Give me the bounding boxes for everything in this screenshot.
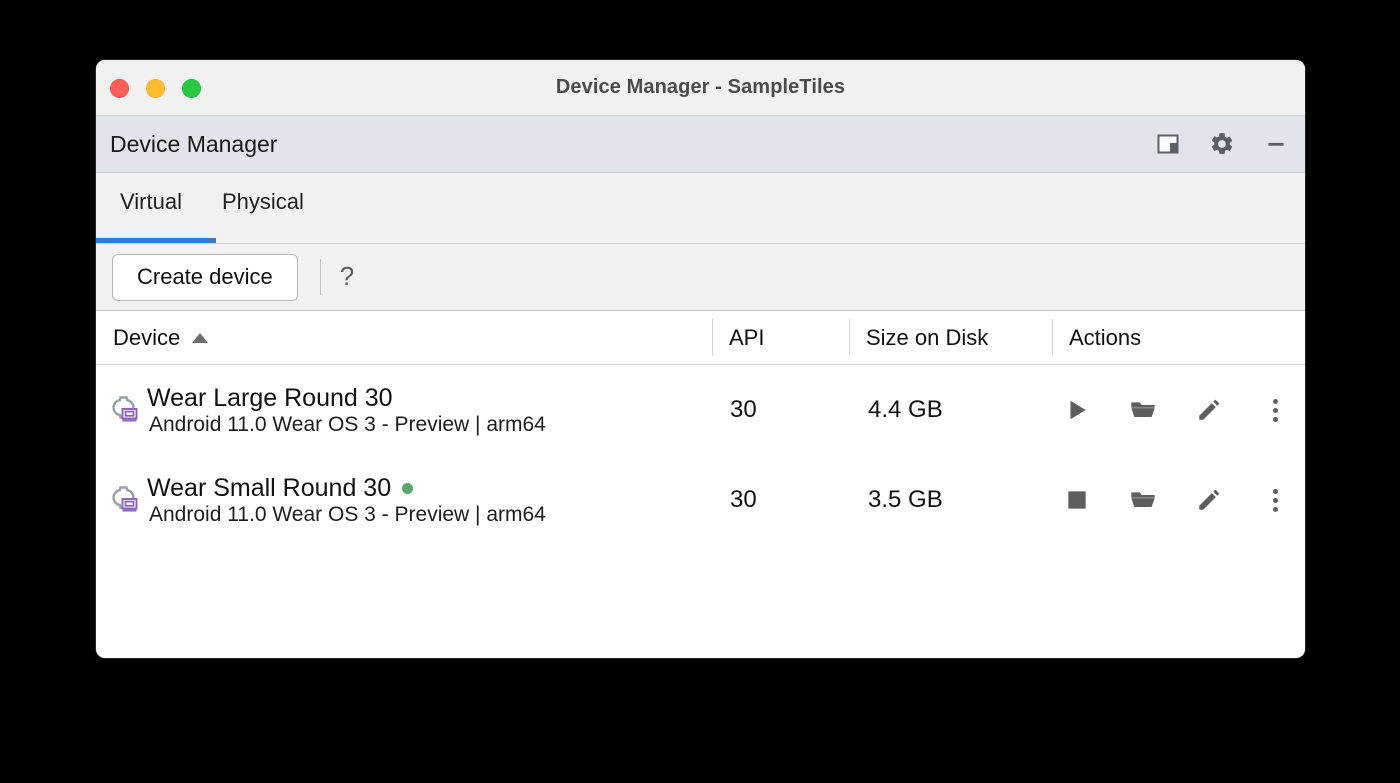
device-cell: Wear Large Round 30 Android 11.0 Wear OS…: [96, 365, 712, 455]
device-detail: Android 11.0 Wear OS 3 - Preview | arm64: [149, 502, 546, 526]
overflow-menu-icon[interactable]: [1260, 395, 1290, 425]
window-titlebar: Device Manager - SampleTiles: [96, 60, 1305, 116]
toolbar-separator: [319, 259, 321, 295]
tab-virtual[interactable]: Virtual: [114, 187, 188, 217]
device-name: Wear Small Round 30: [147, 473, 392, 502]
table-header-row: Device API Size on Disk Actions: [96, 311, 1305, 365]
edit-pencil-icon[interactable]: [1194, 395, 1224, 425]
row-actions: [1052, 365, 1305, 455]
api-level: 30: [730, 396, 757, 423]
device-manager-window: Device Manager - SampleTiles Device Mana…: [96, 60, 1305, 658]
desktop-background: Device Manager - SampleTiles Device Mana…: [0, 0, 1400, 783]
device-toolbar: Create device ?: [96, 244, 1305, 311]
window-title: Device Manager - SampleTiles: [555, 76, 846, 98]
minimize-icon[interactable]: [1261, 129, 1291, 159]
row-actions: [1052, 455, 1305, 545]
tool-window-header: Device Manager: [96, 116, 1305, 173]
column-header-api-label: API: [729, 324, 765, 350]
column-header-device[interactable]: Device: [96, 311, 712, 364]
tab-physical[interactable]: Physical: [216, 187, 310, 217]
column-header-size-on-disk[interactable]: Size on Disk: [849, 311, 1052, 364]
gear-icon[interactable]: [1207, 129, 1237, 159]
table-row[interactable]: Wear Large Round 30 Android 11.0 Wear OS…: [96, 365, 1305, 455]
table-row[interactable]: Wear Small Round 30 Android 11.0 Wear OS…: [96, 455, 1305, 545]
wear-device-icon: [109, 483, 139, 513]
edit-pencil-icon[interactable]: [1194, 485, 1224, 515]
column-header-actions-label: Actions: [1069, 324, 1142, 350]
size-on-disk: 3.5 GB: [868, 486, 943, 513]
device-detail: Android 11.0 Wear OS 3 - Preview | arm64: [149, 412, 546, 436]
device-table: Device API Size on Disk Actions Wear Lar…: [96, 311, 1305, 545]
column-header-actions: Actions: [1052, 311, 1305, 364]
help-icon[interactable]: ?: [340, 263, 354, 291]
create-device-button[interactable]: Create device: [112, 253, 298, 301]
status-badge-running: [402, 482, 414, 494]
sort-ascending-icon: [192, 332, 209, 343]
page-title: Device Manager: [110, 130, 278, 157]
overflow-menu-icon[interactable]: [1260, 485, 1290, 515]
api-level: 30: [730, 486, 757, 513]
device-cell: Wear Small Round 30 Android 11.0 Wear OS…: [96, 455, 712, 545]
size-on-disk: 4.4 GB: [868, 396, 943, 423]
folder-open-icon[interactable]: [1128, 485, 1158, 515]
column-header-device-label: Device: [113, 324, 181, 350]
stop-icon[interactable]: [1062, 485, 1092, 515]
layout-panel-icon[interactable]: [1153, 129, 1183, 159]
tab-bar: Virtual Physical: [96, 173, 1305, 244]
tool-window-actions: [1153, 116, 1291, 172]
device-name: Wear Large Round 30: [147, 383, 393, 412]
column-header-api[interactable]: API: [712, 311, 849, 364]
active-tab-indicator: [96, 238, 216, 243]
column-header-size-label: Size on Disk: [866, 324, 989, 350]
folder-open-icon[interactable]: [1128, 395, 1158, 425]
play-icon[interactable]: [1062, 395, 1092, 425]
wear-device-icon: [109, 393, 139, 423]
